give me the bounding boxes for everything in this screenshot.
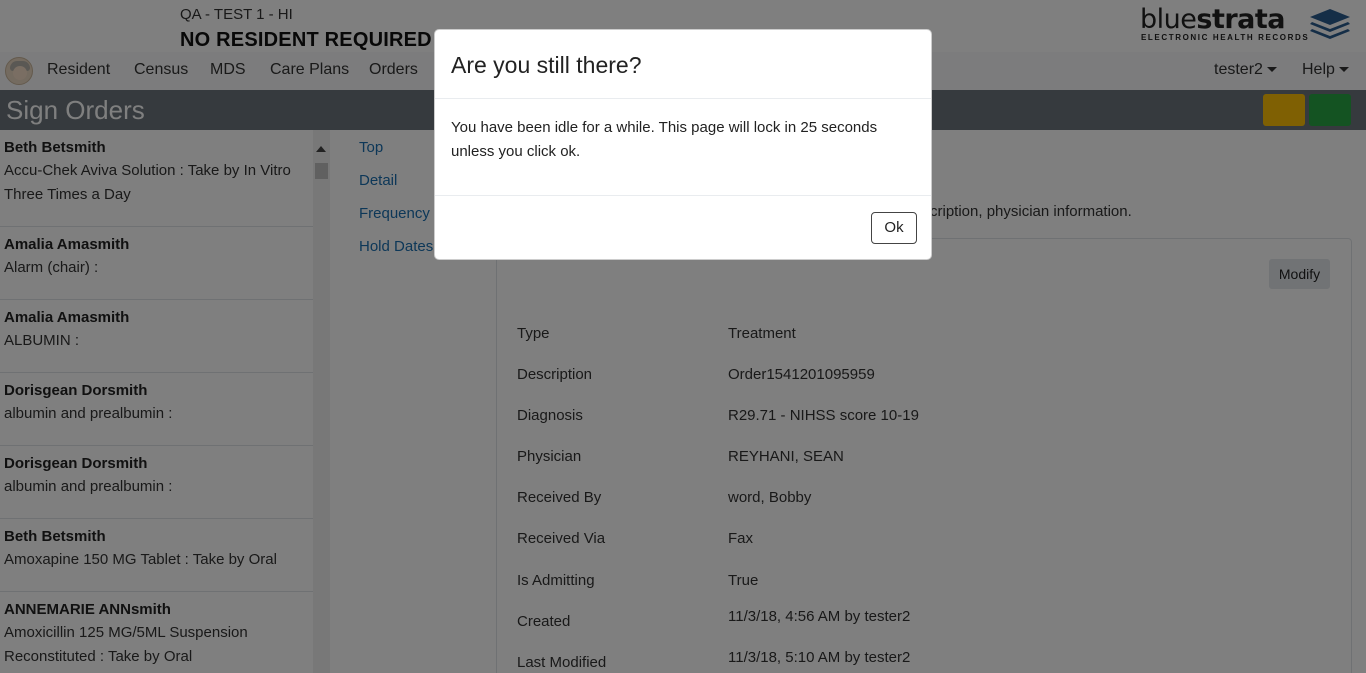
- idle-timeout-dialog: Are you still there? You have been idle …: [434, 29, 932, 260]
- dialog-footer: Ok: [435, 195, 931, 261]
- dialog-header: Are you still there?: [435, 30, 931, 99]
- dialog-title: Are you still there?: [451, 52, 642, 78]
- ok-button[interactable]: Ok: [871, 212, 917, 244]
- dialog-message: You have been idle for a while. This pag…: [451, 119, 878, 160]
